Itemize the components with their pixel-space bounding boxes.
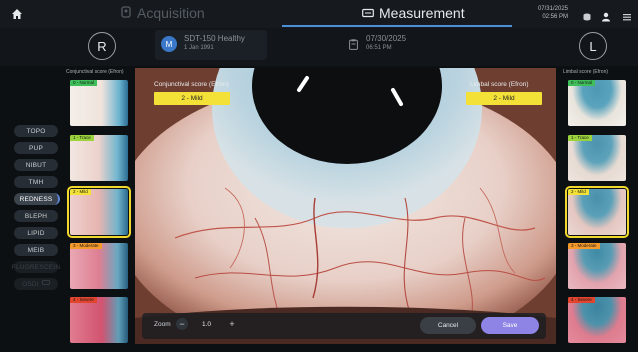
conjunctival-thumb-moderate[interactable]: 3 - Moderate — [70, 243, 128, 289]
thumb-label: 4 - Severe — [70, 297, 97, 303]
menu-tmh[interactable]: TMH — [14, 176, 58, 188]
conjunctival-thumb-severe[interactable]: 4 - Severe — [70, 297, 128, 343]
exam-date: 07/30/2025 — [366, 34, 407, 43]
chat-icon — [41, 280, 50, 288]
conjunctival-column-title: Conjunctival score (Efron) — [66, 69, 124, 75]
user-icon[interactable] — [601, 9, 611, 22]
menu-meib[interactable]: MEIB — [14, 244, 58, 256]
menu-osdi: OSDI — [14, 278, 58, 290]
menu-nibut[interactable]: NIBUT — [14, 159, 58, 171]
zoom-out-button[interactable]: − — [176, 318, 188, 330]
home-icon[interactable] — [10, 7, 24, 21]
right-eye-button[interactable]: R — [88, 32, 116, 60]
zoom-label: Zoom — [154, 321, 171, 328]
thumb-label: 3 - Moderate — [70, 243, 102, 249]
limbal-column-title: Limbal score (Efron) — [563, 69, 609, 75]
clock: 07/31/2025 02:56 PM — [522, 5, 568, 21]
menu-fluorescein: FLUORESCEIN — [12, 261, 60, 273]
menu-topo[interactable]: TOPO — [14, 125, 58, 137]
save-button[interactable]: Save — [481, 317, 539, 334]
thumb-label: 0 - Normal — [70, 80, 98, 86]
thumb-label: 1 - Trace — [70, 135, 94, 141]
zoom-in-button[interactable]: + — [226, 318, 238, 330]
limbal-thumb-moderate[interactable]: 3 - Moderate — [568, 243, 626, 289]
thumb-label: 1 - Trace — [568, 135, 592, 141]
tab-acquisition-label: Acquisition — [137, 5, 205, 21]
current-date: 07/31/2025 — [537, 6, 568, 12]
left-eye-button[interactable]: L — [579, 32, 607, 60]
conjunctival-thumb-trace[interactable]: 1 - Trace — [70, 135, 128, 181]
thumb-label: 2 - Mild — [70, 189, 91, 195]
current-time: 02:56 PM — [542, 14, 568, 20]
clipboard-icon — [349, 37, 358, 55]
thumb-label: 4 - Severe — [568, 297, 595, 303]
conjunctival-score-label: Conjunctival score (Efron) — [154, 81, 229, 88]
thumb-label: 2 - Mild — [568, 189, 589, 195]
active-tab-indicator — [282, 25, 512, 27]
limbal-score-value[interactable]: 2 - Mild — [466, 92, 542, 105]
patient-dob: 1 Jan 1991 — [184, 45, 214, 51]
limbal-thumb-normal[interactable]: 0 - Normal — [568, 80, 626, 126]
thumb-label: 3 - Moderate — [568, 243, 600, 249]
menu-pup[interactable]: PUP — [14, 142, 58, 154]
zoom-value: 1.0 — [202, 321, 212, 328]
exam-time: 06:51 PM — [366, 45, 392, 51]
thumb-label: 0 - Normal — [568, 80, 596, 86]
menu-osdi-label: OSDI — [22, 280, 39, 288]
limbal-thumb-trace[interactable]: 1 - Trace — [568, 135, 626, 181]
conjunctival-thumb-mild[interactable]: 2 - Mild — [67, 186, 131, 238]
limbal-thumb-mild[interactable]: 2 - Mild — [565, 186, 629, 238]
patient-name: SDT-150 Healthy — [184, 34, 245, 43]
menu-redness[interactable]: REDNESS — [14, 193, 60, 205]
tab-measurement[interactable]: Measurement — [362, 5, 465, 21]
menu-bleph[interactable]: BLEPH — [14, 210, 58, 222]
menu-lipid[interactable]: LIPID — [14, 227, 58, 239]
cancel-button[interactable]: Cancel — [420, 317, 476, 334]
database-icon[interactable] — [582, 9, 592, 21]
eye-image[interactable] — [135, 68, 556, 344]
limbal-score-label: Limbal score (Efron) — [470, 81, 529, 88]
camera-icon — [120, 5, 132, 21]
limbal-thumb-severe[interactable]: 4 - Severe — [568, 297, 626, 343]
tab-measurement-label: Measurement — [379, 5, 465, 21]
measure-icon — [362, 5, 374, 21]
avatar: M — [161, 36, 177, 52]
conjunctival-thumb-normal[interactable]: 0 - Normal — [70, 80, 128, 126]
conjunctival-score-value[interactable]: 2 - Mild — [154, 92, 230, 105]
menu-icon[interactable] — [622, 9, 632, 21]
tab-acquisition[interactable]: Acquisition — [120, 5, 205, 21]
